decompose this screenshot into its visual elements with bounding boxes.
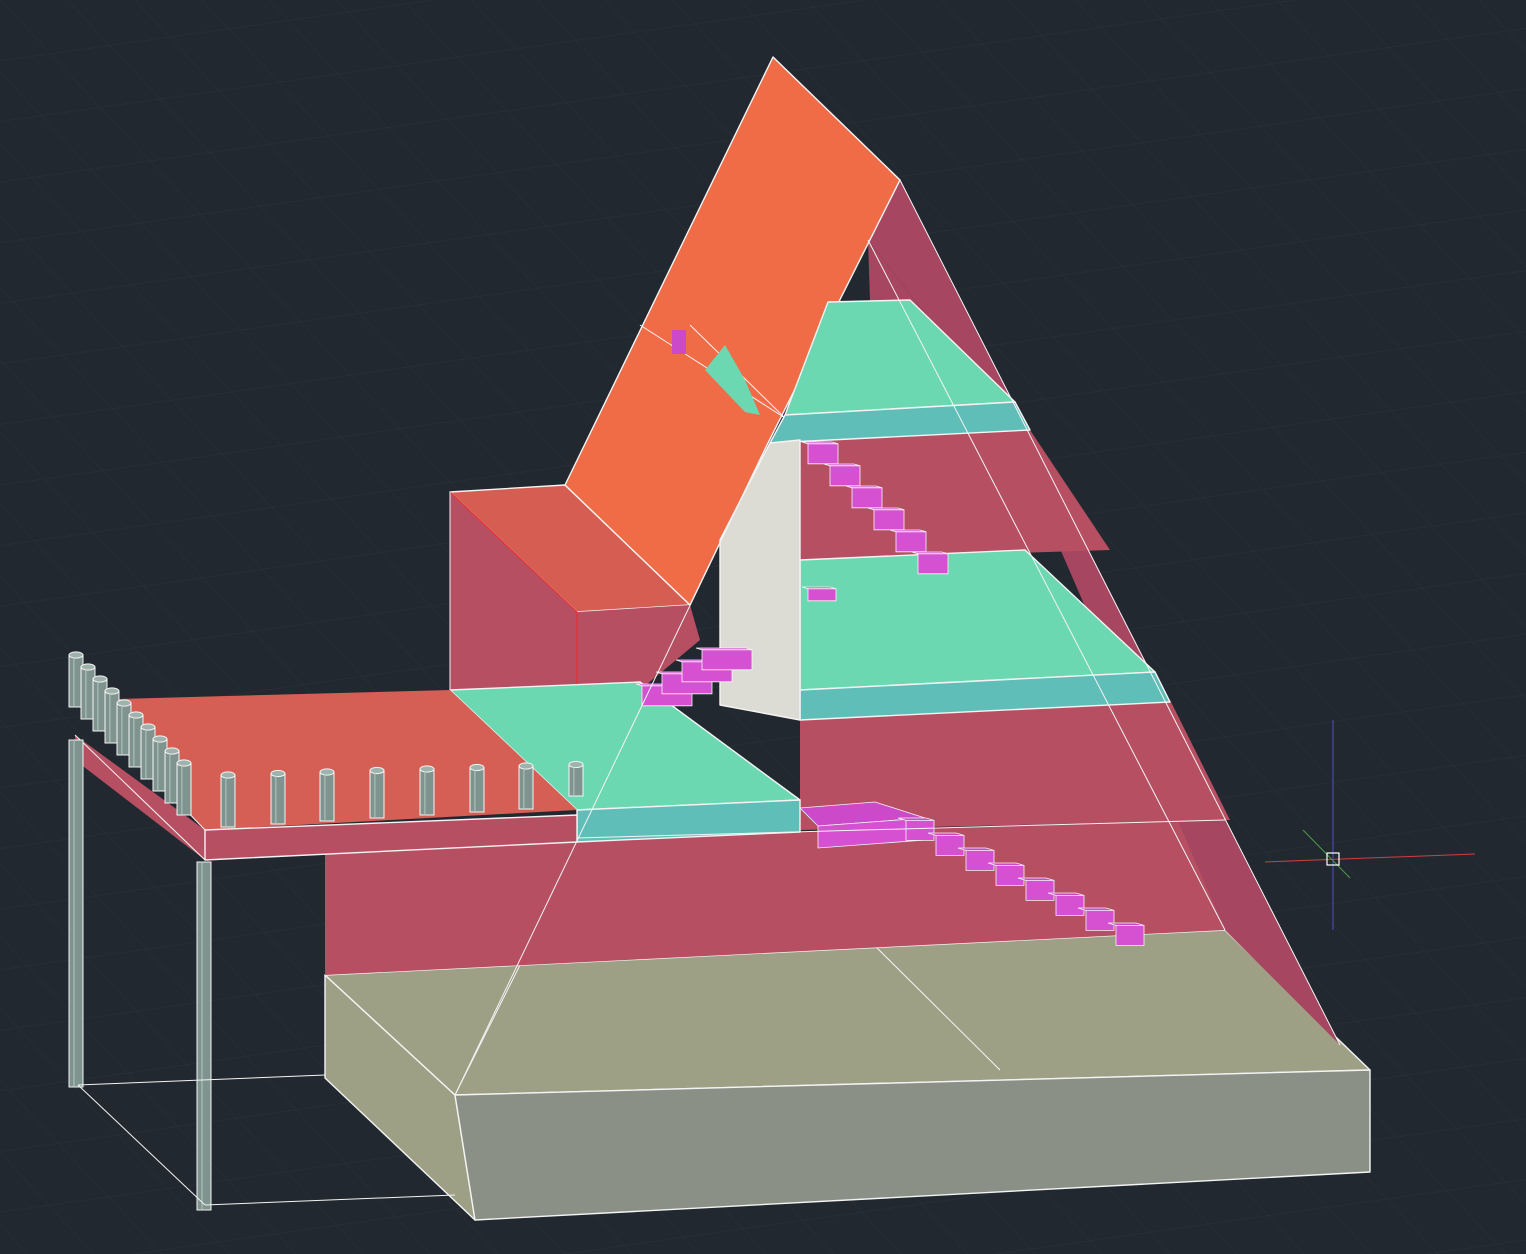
railing-post	[469, 763, 485, 813]
stair-step-riser	[807, 588, 837, 602]
support-column	[68, 739, 84, 1088]
railing-post	[270, 769, 286, 825]
railing-post	[369, 766, 385, 819]
stair-step-riser	[917, 553, 949, 575]
stair-step-riser	[895, 531, 927, 553]
stair-step-riser	[1115, 925, 1145, 946]
model-viewport[interactable]	[0, 0, 1526, 1254]
railing-post	[518, 762, 534, 810]
stair-step-riser	[807, 443, 839, 465]
railing-post	[568, 760, 584, 797]
drawing-canvas[interactable]	[0, 0, 1526, 1254]
railing-post	[319, 768, 335, 822]
stair-step-riser	[965, 850, 995, 871]
skylight-stair-step	[672, 330, 686, 354]
stair-step-riser	[829, 465, 861, 487]
stair-step-riser	[905, 820, 935, 841]
railing-post	[220, 771, 236, 828]
railing-post	[419, 765, 435, 816]
stair-step-riser	[851, 487, 883, 509]
railing-post	[176, 759, 192, 816]
stair-step-riser	[873, 509, 905, 531]
stair-step-riser	[995, 865, 1025, 886]
stair-step-riser	[1055, 895, 1085, 916]
foundation-slab[interactable]	[324, 929, 1371, 1221]
stair-step-riser	[935, 835, 965, 856]
stair-step-riser	[1085, 910, 1115, 931]
support-column	[196, 861, 212, 1211]
stair-step-riser	[701, 649, 753, 671]
stair-step-riser	[1025, 880, 1055, 901]
